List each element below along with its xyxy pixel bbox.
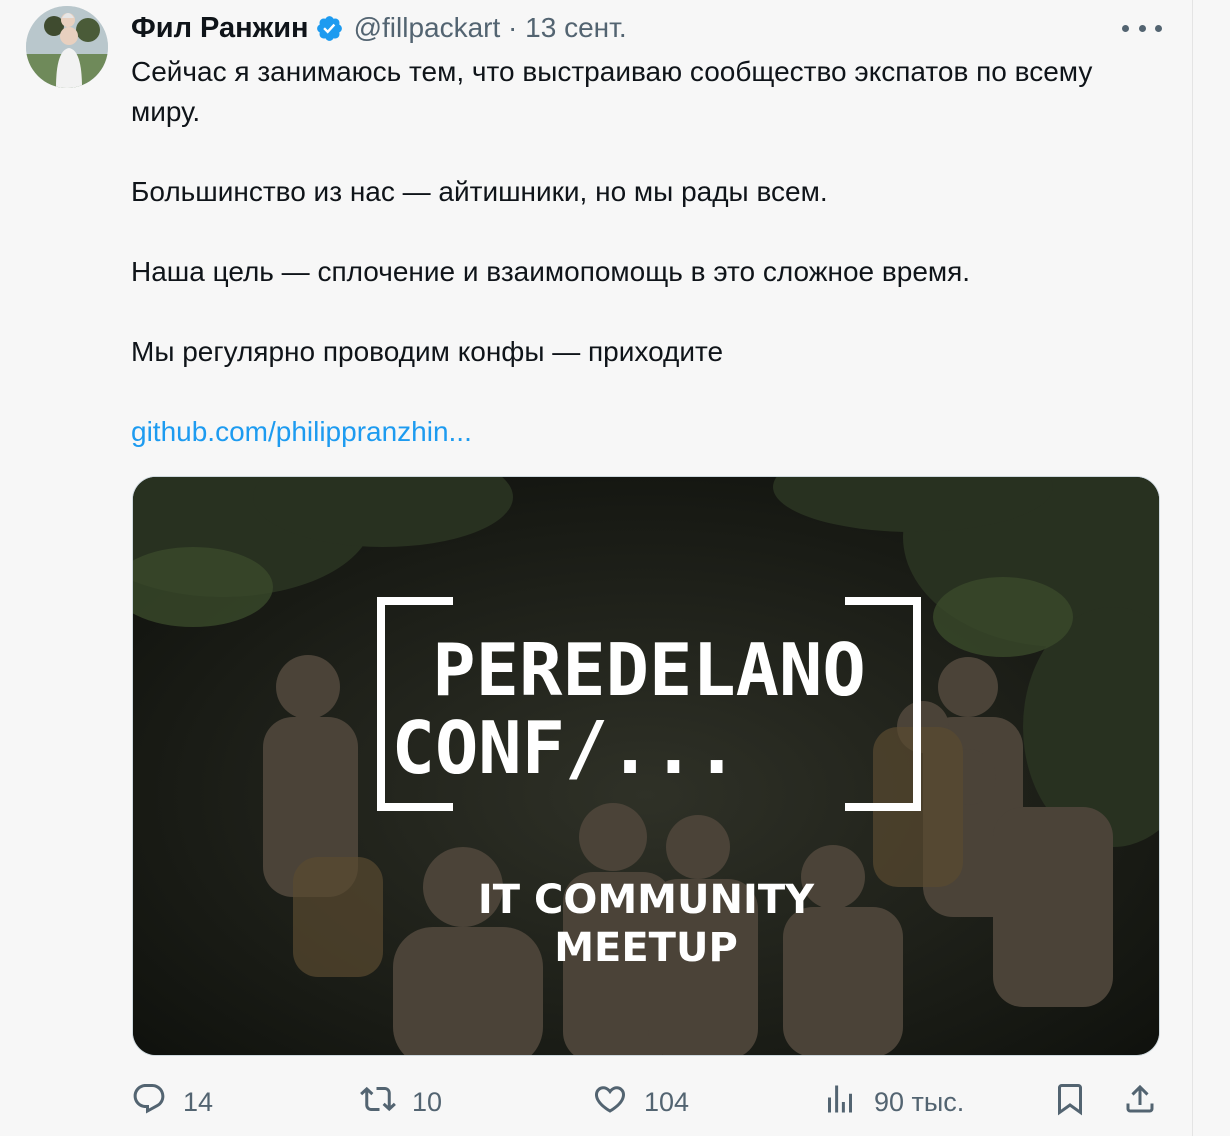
- views-button[interactable]: 90 тыс.: [822, 1080, 964, 1124]
- views-count: 90 тыс.: [874, 1086, 965, 1117]
- conf-subtitle-line2: MEETUP: [554, 925, 738, 971]
- timeline-border: [1192, 0, 1193, 1136]
- reply-count: 14: [183, 1086, 214, 1117]
- tweet-text: Сейчас я занимаюсь тем, что выстраиваю с…: [131, 52, 1151, 452]
- retweet-count: 10: [412, 1086, 443, 1117]
- views-icon: [822, 1081, 858, 1124]
- reply-button[interactable]: 14: [131, 1080, 213, 1124]
- tweet-paragraph: Мы регулярно проводим конфы — приходите: [131, 336, 724, 367]
- reply-icon: [131, 1081, 167, 1124]
- conf-subtitle-line1: IT COMMUNITY: [478, 877, 815, 923]
- author-name[interactable]: Фил Ранжин: [131, 12, 309, 45]
- tweet-paragraph: Наша цель — сплочение и взаимопомощь в э…: [131, 256, 971, 287]
- tweet-link[interactable]: github.com/philippranzhin...: [131, 416, 472, 447]
- conf-title-line1: PEREDELANO: [432, 628, 865, 712]
- share-button[interactable]: [1122, 1080, 1158, 1124]
- conf-title-line2: CONF/...: [392, 706, 739, 790]
- tweet-paragraph: Большинство из нас — айтишники, но мы ра…: [131, 176, 828, 207]
- tweet-paragraph: Сейчас я занимаюсь тем, что выстраиваю с…: [131, 56, 1093, 127]
- heart-icon: [592, 1081, 628, 1124]
- more-icon[interactable]: [1122, 14, 1162, 42]
- handle-and-date[interactable]: @fillpackart · 13 сент.: [354, 12, 627, 44]
- avatar[interactable]: [26, 6, 108, 88]
- tweet-header: Фил Ранжин @fillpackart · 13 сент.: [131, 8, 627, 48]
- bookmark-icon: [1052, 1081, 1088, 1124]
- verified-badge-icon: [315, 14, 344, 43]
- retweet-button[interactable]: 10: [360, 1080, 442, 1124]
- bookmark-button[interactable]: [1052, 1080, 1088, 1124]
- like-count: 104: [644, 1086, 690, 1117]
- like-button[interactable]: 104: [592, 1080, 689, 1124]
- tweet-media-image[interactable]: PEREDELANO CONF/... IT COMMUNITY MEETUP: [132, 476, 1160, 1056]
- share-icon: [1122, 1081, 1158, 1124]
- retweet-icon: [360, 1081, 396, 1124]
- tweet-actions: 14 10 104 90 тыс.: [0, 1080, 1192, 1124]
